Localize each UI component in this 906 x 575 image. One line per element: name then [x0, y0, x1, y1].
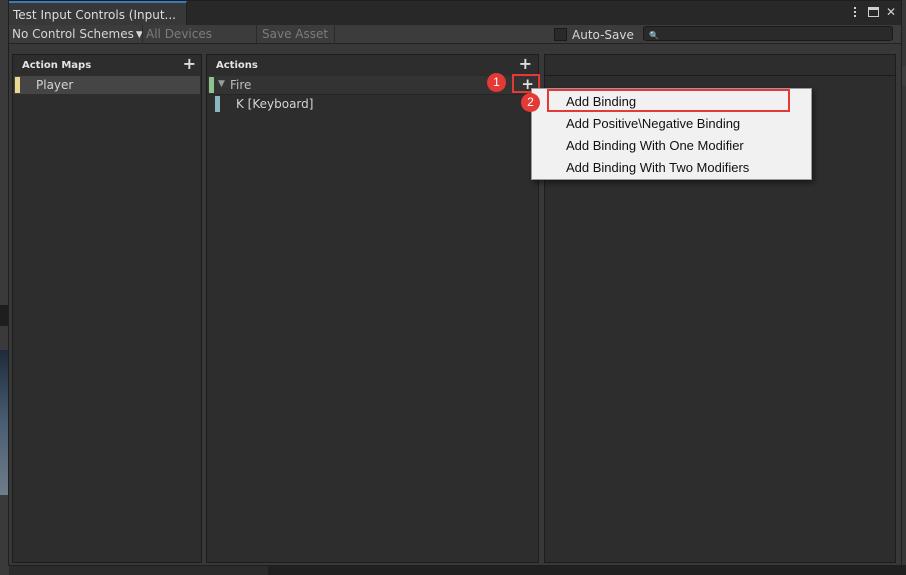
close-icon[interactable]: ✕ [885, 5, 897, 19]
binding-color-bar [215, 96, 220, 112]
actions-header: Actions + [207, 55, 538, 75]
auto-save-checkbox[interactable] [554, 28, 567, 41]
menu-item-add-binding-one-modifier[interactable]: Add Binding With One Modifier [532, 134, 811, 156]
action-maps-pane: Action Maps + Player [12, 54, 202, 563]
action-color-bar [209, 77, 214, 93]
binding-item-k-keyboard[interactable]: K [Keyboard] [208, 94, 537, 112]
action-map-item-player[interactable]: Player [14, 76, 200, 94]
save-asset-label: Save Asset [262, 27, 329, 41]
action-map-color-bar [15, 77, 20, 93]
auto-save-toggle[interactable]: Auto-Save [551, 25, 637, 43]
highlight-add-binding-item [547, 89, 790, 112]
window-tab-title: Test Input Controls (Input... [13, 8, 176, 22]
step-badge-2: 2 [521, 93, 540, 112]
add-action-plus-icon[interactable]: + [519, 55, 532, 73]
triangle-down-icon[interactable]: ▼ [218, 79, 225, 89]
action-map-label: Player [36, 78, 74, 92]
save-asset-button[interactable]: Save Asset [256, 25, 336, 43]
control-schemes-dropdown[interactable]: No Control Schemes ▼ [9, 25, 146, 43]
step-badge-1: 1 [487, 73, 506, 92]
menu-item-add-positive-negative-binding[interactable]: Add Positive\Negative Binding [532, 112, 811, 134]
actions-pane: Actions + ▼ Fire + K [Keyboard] [206, 54, 539, 563]
search-input[interactable] [658, 27, 888, 40]
auto-save-label: Auto-Save [572, 28, 634, 42]
window-titlebar: Test Input Controls (Input... ✕ [9, 1, 901, 25]
menu-item-add-binding-two-modifiers[interactable]: Add Binding With Two Modifiers [532, 156, 811, 178]
action-maps-header: Action Maps + [13, 55, 201, 75]
toolbar: No Control Schemes ▼ All Devices Save Ass… [9, 25, 901, 44]
background-editor-bottom [268, 565, 906, 575]
window-tab[interactable]: Test Input Controls (Input... [9, 1, 187, 25]
properties-header [545, 55, 895, 76]
control-schemes-label: No Control Schemes [12, 27, 134, 41]
action-label: Fire [230, 78, 252, 92]
search-field[interactable]: 🔍 [643, 26, 893, 41]
devices-dropdown[interactable]: All Devices [142, 25, 252, 43]
binding-label: K [Keyboard] [236, 97, 314, 111]
input-actions-window: Test Input Controls (Input... ✕ No Contr… [8, 0, 902, 566]
kebab-icon[interactable] [849, 5, 861, 19]
window-controls: ✕ [849, 5, 897, 19]
devices-label: All Devices [146, 27, 212, 41]
action-maps-title: Action Maps [22, 60, 92, 71]
actions-title: Actions [216, 60, 258, 71]
maximize-icon[interactable] [867, 5, 879, 19]
add-action-map-plus-icon[interactable]: + [183, 55, 196, 73]
